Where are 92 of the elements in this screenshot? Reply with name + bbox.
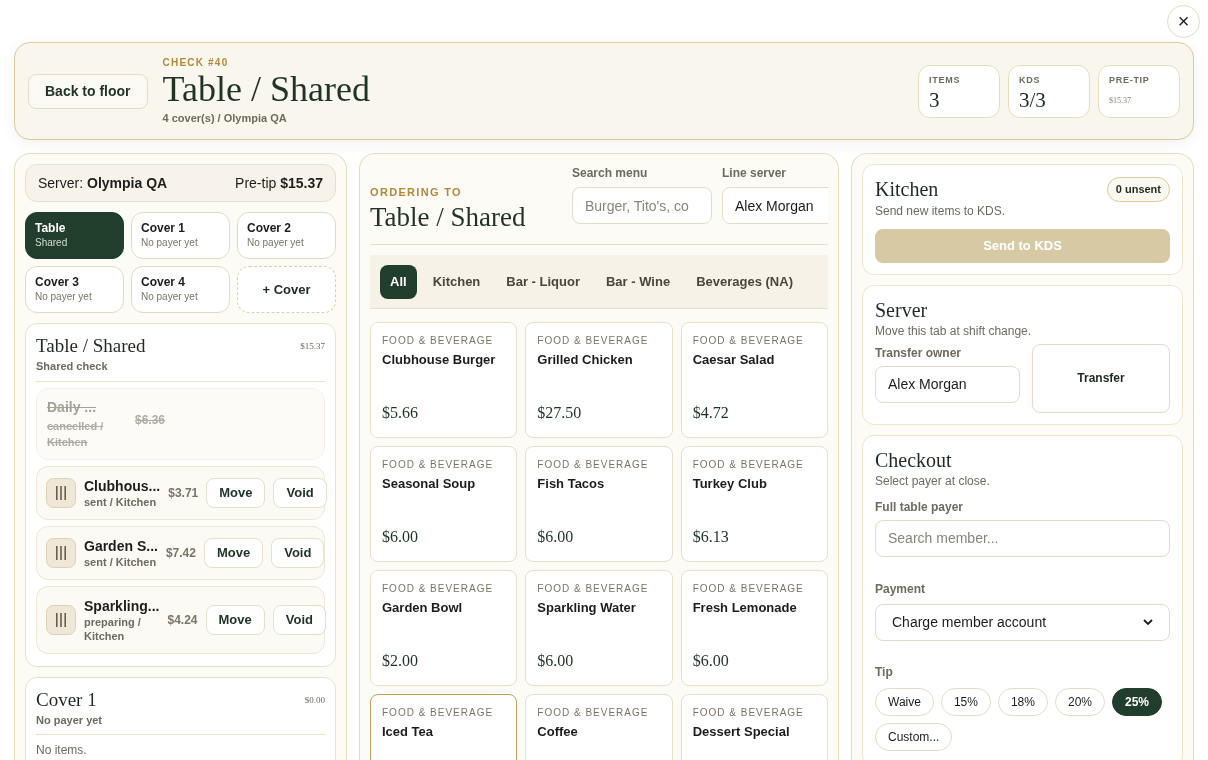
category-tab[interactable]: Bar - Liquor (496, 264, 590, 299)
item-price: $6.36 (135, 411, 166, 429)
category-tab[interactable]: Bar - Wine (595, 264, 681, 299)
ordering-label: ORDERING TO (370, 184, 463, 200)
server-text: Server: Olympia QA (38, 173, 168, 193)
void-button[interactable]: Void (273, 477, 327, 508)
check-total: $0.00 (304, 693, 325, 707)
stat-value: 3 (929, 87, 941, 113)
menu-item-card[interactable]: FOOD & BEVERAGE Sparkling Water $6.00 (525, 570, 673, 686)
page-title: Table / Shared (162, 70, 370, 109)
tip-chip[interactable]: Waive (875, 687, 934, 716)
check-title: Table / Shared (36, 334, 146, 358)
menu-item-card[interactable]: FOOD & BEVERAGE Seasonal Soup $6.00 (370, 446, 518, 562)
grip-icon[interactable] (46, 477, 76, 508)
menu-item-card[interactable]: FOOD & BEVERAGE Coffee (525, 694, 673, 760)
page-subtitle: 4 cover(s) / Olympia QA (162, 111, 288, 127)
card-subtitle: Send new items to KDS. (875, 202, 1007, 220)
close-button[interactable]: × (1167, 4, 1200, 38)
grip-icon[interactable] (46, 537, 76, 568)
void-button[interactable]: Void (272, 604, 326, 635)
stat-label: ITEMS (929, 73, 962, 87)
item-name: Daily ... (47, 397, 98, 417)
ordering-title: Table / Shared (370, 201, 527, 234)
field-label: Transfer owner (875, 344, 963, 362)
check-title: Cover 1 (36, 687, 98, 712)
stat-label: KDS (1019, 73, 1042, 87)
check-number: CHECK #40 (162, 56, 230, 71)
menu-item-card[interactable]: FOOD & BEVERAGE Garden Bowl $2.00 (370, 570, 518, 686)
move-button[interactable]: Move (203, 537, 264, 568)
back-button[interactable]: Back to floor (28, 73, 148, 109)
empty-note: No items. (36, 742, 88, 759)
item-name: Sparkling... (84, 596, 160, 615)
cover-tab[interactable]: Cover 3 No payer yet (25, 266, 124, 313)
menu-item-card[interactable]: FOOD & BEVERAGE Dessert Special (680, 694, 828, 760)
check-subtitle: No payer yet (36, 712, 103, 728)
field-label: Search menu (572, 165, 649, 182)
add-cover-button[interactable]: + Cover (237, 266, 336, 313)
line-server-field[interactable]: Alex Morgan (722, 187, 828, 224)
item-price: $4.24 (167, 611, 198, 629)
tip-chip[interactable]: 25% (1112, 687, 1163, 716)
item-status: preparing / Kitchen (84, 614, 142, 643)
item-status: cancelled / Kitchen (47, 418, 105, 450)
card-subtitle: Select payer at close. (875, 472, 991, 490)
field-label: Tip (875, 663, 894, 681)
card-title: Kitchen (875, 177, 939, 202)
menu-item-card[interactable]: FOOD & BEVERAGE Caesar Salad $4.72 (680, 322, 828, 438)
chevron-icon (1143, 618, 1153, 626)
card-title: Checkout (875, 447, 953, 472)
owner-field[interactable]: Alex Morgan (875, 365, 1020, 403)
grip-icon[interactable] (46, 604, 76, 635)
item-status: sent / Kitchen (84, 554, 158, 569)
payer-search-field[interactable]: Search member... (875, 519, 1170, 557)
move-button[interactable]: Move (206, 477, 266, 508)
transfer-button[interactable]: Transfer (1032, 343, 1170, 413)
field-label: Payment (875, 580, 927, 598)
stat-value: 3/3 (1019, 87, 1047, 113)
void-button[interactable]: Void (271, 537, 325, 568)
cover-tab[interactable]: Table Shared (25, 212, 124, 259)
field-label: Line server (722, 165, 788, 182)
tip-chip[interactable]: 18% (997, 687, 1048, 716)
unsent-badge: 0 unsent (1106, 177, 1170, 202)
cover-tab[interactable]: Cover 1 No payer yet (131, 212, 230, 259)
category-tab[interactable]: All (380, 264, 417, 299)
stat-label: PRE-TIP (1109, 73, 1151, 87)
item-name: Clubhous... (84, 476, 161, 495)
stat-value: $15.37 (1109, 95, 1132, 107)
check-subtitle: Shared check (36, 359, 109, 374)
menu-item-card[interactable]: FOOD & BEVERAGE Iced Tea (370, 694, 518, 760)
item-name: Garden S... (84, 536, 158, 555)
menu-item-card[interactable]: FOOD & BEVERAGE Turkey Club $6.13 (680, 446, 828, 562)
category-tab[interactable]: Beverages (NA) (686, 264, 803, 299)
search-field[interactable]: Burger, Tito's, co (572, 187, 712, 224)
menu-item-card[interactable]: FOOD & BEVERAGE Grilled Chicken $27.50 (525, 322, 673, 438)
item-price: $3.71 (168, 484, 199, 502)
tip-chip[interactable]: Custom... (875, 722, 953, 751)
cover-tab[interactable]: Cover 4 No payer yet (131, 266, 230, 313)
field-label: Full table payer (875, 498, 965, 516)
menu-item-card[interactable]: FOOD & BEVERAGE Clubhouse Burger $5.66 (370, 322, 518, 438)
move-button[interactable]: Move (205, 604, 265, 635)
menu-item-card[interactable]: FOOD & BEVERAGE Fresh Lemonade $6.00 (680, 570, 828, 686)
tip-chip[interactable]: 15% (940, 687, 991, 716)
category-tab[interactable]: Kitchen (422, 264, 491, 299)
card-title: Server (875, 297, 929, 322)
card-subtitle: Move this tab at shift change. (875, 322, 1033, 340)
tip-chip[interactable]: 20% (1054, 687, 1105, 716)
check-total: $15.37 (300, 340, 325, 353)
item-status: sent / Kitchen (84, 494, 158, 509)
item-price: $7.42 (165, 544, 196, 562)
menu-item-card[interactable]: FOOD & BEVERAGE Fish Tacos $6.00 (525, 446, 673, 562)
cover-tab[interactable]: Cover 2 No payer yet (237, 212, 336, 259)
payment-select[interactable]: Charge member account (875, 603, 1170, 641)
pretip-text: Pre-tip $15.37 (235, 173, 323, 193)
